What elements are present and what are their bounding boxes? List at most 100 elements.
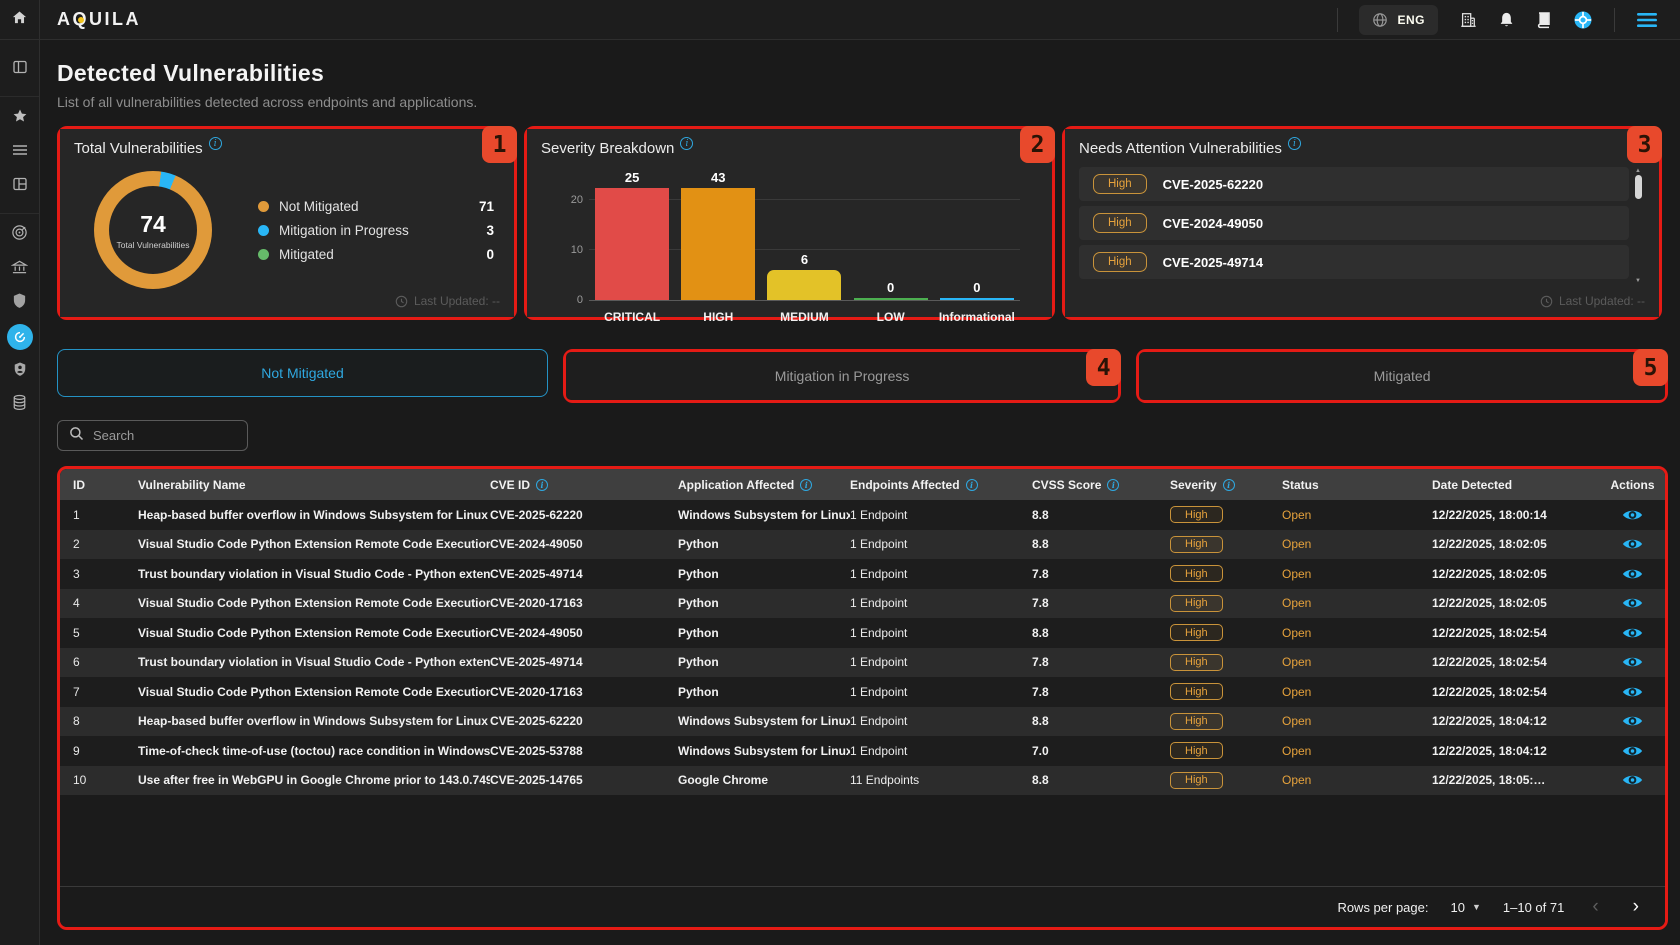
cell-status: Open <box>1282 744 1432 758</box>
table-row[interactable]: 8 Heap-based buffer overflow in Windows … <box>60 707 1665 737</box>
identity-shield-icon <box>13 361 27 382</box>
needs-attention-item[interactable]: High CVE-2025-62220 <box>1079 167 1629 201</box>
scrollbar-thumb[interactable] <box>1635 175 1642 199</box>
building-icon[interactable] <box>1459 11 1477 29</box>
severity-badge: High <box>1170 624 1223 641</box>
sidebar-item-favorites[interactable] <box>0 101 40 135</box>
info-icon[interactable]: i <box>1107 479 1119 491</box>
language-selector[interactable]: ENG <box>1359 5 1438 35</box>
table-row[interactable]: 3 Trust boundary violation in Visual Stu… <box>60 559 1665 589</box>
tab-mitigation-in-progress[interactable]: Mitigation in Progress <box>566 352 1118 400</box>
legend-dot <box>258 201 269 212</box>
view-details-button[interactable] <box>1600 685 1665 699</box>
cell-id: 10 <box>60 773 138 787</box>
next-page-button[interactable]: › <box>1627 896 1645 918</box>
col-actions: Actions <box>1600 478 1665 492</box>
menu-icon[interactable] <box>1636 12 1658 28</box>
donut-center-label: Total Vulnerabilities <box>117 240 190 250</box>
cell-status: Open <box>1282 508 1432 522</box>
cell-endpoints: 1 Endpoint <box>850 714 1032 728</box>
needs-attention-item[interactable]: High CVE-2024-49050 <box>1079 206 1629 240</box>
sidebar-item-gauge[interactable] <box>0 218 40 252</box>
table-row[interactable]: 5 Visual Studio Code Python Extension Re… <box>60 618 1665 648</box>
view-details-button[interactable] <box>1600 626 1665 640</box>
bank-icon <box>11 259 28 280</box>
table-row[interactable]: 2 Visual Studio Code Python Extension Re… <box>60 530 1665 560</box>
view-details-button[interactable] <box>1600 508 1665 522</box>
bar-critical: 25CRITICAL <box>595 189 669 300</box>
cell-cvss: 7.8 <box>1032 685 1170 699</box>
panel-icon <box>12 59 28 80</box>
last-updated: Last Updated: -- <box>395 294 500 308</box>
tab-not-mitigated[interactable]: Not Mitigated <box>57 349 548 397</box>
eye-icon <box>1622 714 1643 728</box>
annotation-box-3: 3 Needs Attention Vulnerabilities i High… <box>1062 126 1662 320</box>
info-icon[interactable]: i <box>1223 479 1235 491</box>
info-icon[interactable]: i <box>536 479 548 491</box>
col-severity: Severityi <box>1170 478 1282 492</box>
col-cve: CVE IDi <box>490 478 678 492</box>
cell-status: Open <box>1282 655 1432 669</box>
view-details-button[interactable] <box>1600 773 1665 787</box>
needs-attention-item[interactable]: High CVE-2025-49714 <box>1079 245 1629 279</box>
search-input[interactable] <box>93 428 223 443</box>
sidebar-item-identity[interactable] <box>0 354 40 388</box>
cell-date-detected: 12/22/2025, 18:02:54 <box>1432 655 1600 669</box>
table-row[interactable]: 6 Trust boundary violation in Visual Stu… <box>60 648 1665 678</box>
card-title: Needs Attention Vulnerabilities <box>1079 140 1282 157</box>
table-row[interactable]: 1 Heap-based buffer overflow in Windows … <box>60 500 1665 530</box>
info-icon[interactable]: i <box>209 137 222 150</box>
legend-dot <box>258 225 269 236</box>
table-row[interactable]: 4 Visual Studio Code Python Extension Re… <box>60 589 1665 619</box>
bell-icon[interactable] <box>1498 11 1515 29</box>
cell-endpoints: 1 Endpoint <box>850 685 1032 699</box>
cell-cvss: 8.8 <box>1032 537 1170 551</box>
tab-mitigated[interactable]: Mitigated <box>1139 352 1665 400</box>
scrollbar[interactable]: ▲ ▼ <box>1633 167 1643 285</box>
cell-severity: High <box>1170 683 1282 700</box>
status-tabs: Not Mitigated 4 Mitigation in Progress 5… <box>57 349 1668 403</box>
cell-cve-id: CVE-2020-17163 <box>490 596 678 610</box>
sidebar-item-list[interactable] <box>0 135 40 169</box>
col-cvss: CVSS Scorei <box>1032 478 1170 492</box>
cell-endpoints: 1 Endpoint <box>850 567 1032 581</box>
rows-per-page-select[interactable]: 10 ▼ <box>1451 900 1481 915</box>
book-icon[interactable] <box>1536 11 1552 29</box>
sidebar-item-bank[interactable] <box>0 252 40 286</box>
info-icon[interactable]: i <box>680 137 693 150</box>
view-details-button[interactable] <box>1600 596 1665 610</box>
cell-id: 6 <box>60 655 138 669</box>
cell-cve-id: CVE-2025-14765 <box>490 773 678 787</box>
cell-severity: High <box>1170 742 1282 759</box>
cell-application: Windows Subsystem for Linux <box>678 744 850 758</box>
info-icon[interactable]: i <box>800 479 812 491</box>
view-details-button[interactable] <box>1600 655 1665 669</box>
view-details-button[interactable] <box>1600 567 1665 581</box>
view-details-button[interactable] <box>1600 537 1665 551</box>
table-row[interactable]: 9 Time-of-check time-of-use (toctou) rac… <box>60 736 1665 766</box>
cell-cve-id: CVE-2025-49714 <box>490 655 678 669</box>
search-box[interactable] <box>57 420 248 451</box>
help-ring-icon[interactable] <box>1573 10 1593 30</box>
cell-severity: High <box>1170 565 1282 582</box>
view-details-button[interactable] <box>1600 744 1665 758</box>
sidebar-item-database[interactable] <box>0 388 40 422</box>
view-details-button[interactable] <box>1600 714 1665 728</box>
cell-id: 7 <box>60 685 138 699</box>
sidebar-item-vulnerabilities[interactable] <box>0 320 40 354</box>
sidebar-item-panel[interactable] <box>0 52 40 86</box>
info-icon[interactable]: i <box>1288 137 1301 150</box>
bar-high: 43HIGH <box>681 189 755 300</box>
previous-page-button[interactable]: ‹ <box>1586 896 1604 918</box>
topbar-divider <box>1614 8 1615 32</box>
info-icon[interactable]: i <box>966 479 978 491</box>
cell-cve-id: CVE-2025-62220 <box>490 508 678 522</box>
sidebar-item-shield[interactable] <box>0 286 40 320</box>
topbar: AQUILA ENG <box>0 0 1680 40</box>
cell-vulnerability-name: Time-of-check time-of-use (toctou) race … <box>138 744 490 758</box>
bar-informational: 0Informational <box>940 189 1014 300</box>
table-row[interactable]: 10 Use after free in WebGPU in Google Ch… <box>60 766 1665 796</box>
home-button[interactable] <box>0 0 40 39</box>
sidebar-item-layout[interactable] <box>0 169 40 203</box>
table-row[interactable]: 7 Visual Studio Code Python Extension Re… <box>60 677 1665 707</box>
